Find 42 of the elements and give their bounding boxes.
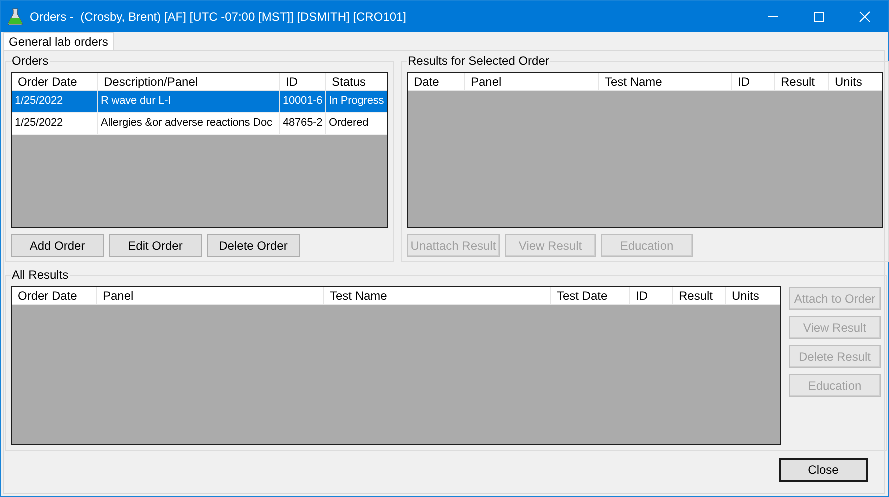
table-cell-text: Ordered [328, 116, 370, 131]
list-view[interactable]: Order Date Description/Panel ID Status 1/25/2022 R wave dur L-I 10001-6 In Progress 1/25/2022 Allergies &or adverse reactions Doc 48765-2 Ordered [11, 72, 388, 228]
table-cell-text: In Progress [328, 94, 386, 109]
list-view[interactable]: Date Panel Test Name ID Result Units [407, 72, 883, 228]
button[interactable]: Edit Order [109, 234, 202, 257]
tab[interactable]: General lab orders [3, 32, 114, 50]
table-cell: 1/25/2022 [12, 91, 98, 112]
list-row[interactable]: 1/25/2022 R wave dur L-I 10001-6 In Progress [12, 91, 387, 113]
button[interactable]: Add Order [11, 234, 104, 257]
column-header[interactable]: Order Date [12, 287, 97, 304]
column-header[interactable]: ID [280, 73, 326, 90]
group-title: Orders [11, 54, 50, 68]
column-header[interactable]: Result [673, 287, 726, 304]
column-header[interactable]: ID [732, 73, 775, 90]
table-cell: 48765-2 [280, 113, 326, 134]
table-cell: R wave dur L-I [98, 91, 280, 112]
column-header[interactable]: Units [726, 287, 780, 304]
list-view[interactable]: Order Date Panel Test Name Test Date ID Result Units [11, 286, 781, 445]
column-header[interactable]: Panel [97, 287, 324, 304]
group-title: Results for Selected Order [407, 54, 550, 68]
window-title: Orders - (Crosby, Brent) [AF] [UTC -07:00 [MST]] [DSMITH] [CRO101] [30, 10, 408, 24]
table-cell: Allergies &or adverse reactions Doc [98, 113, 280, 134]
column-header[interactable]: Test Date [551, 287, 630, 304]
column-header[interactable]: Result [775, 73, 829, 90]
column-header[interactable]: Date [408, 73, 465, 90]
table-cell: 1/25/2022 [12, 113, 98, 134]
list-row[interactable]: 1/25/2022 Allergies &or adverse reactions Doc 48765-2 Ordered [12, 113, 387, 135]
maximize-icon[interactable] [813, 10, 825, 22]
table-cell: 10001-6 [280, 91, 326, 112]
column-header[interactable]: ID [630, 287, 673, 304]
button[interactable]: Close [779, 458, 868, 482]
column-header[interactable]: Description/Panel [98, 73, 280, 90]
column-header[interactable]: Units [829, 73, 882, 90]
column-header[interactable]: Panel [465, 73, 599, 90]
flask-icon [8, 8, 23, 25]
column-header[interactable]: Status [326, 73, 387, 90]
column-header[interactable]: Order Date [12, 73, 98, 90]
column-header[interactable]: Test Name [324, 287, 551, 304]
close-icon[interactable] [859, 10, 871, 22]
button[interactable]: Delete Order [207, 234, 300, 257]
column-header[interactable]: Test Name [599, 73, 732, 90]
group-title: All Results [11, 268, 70, 282]
